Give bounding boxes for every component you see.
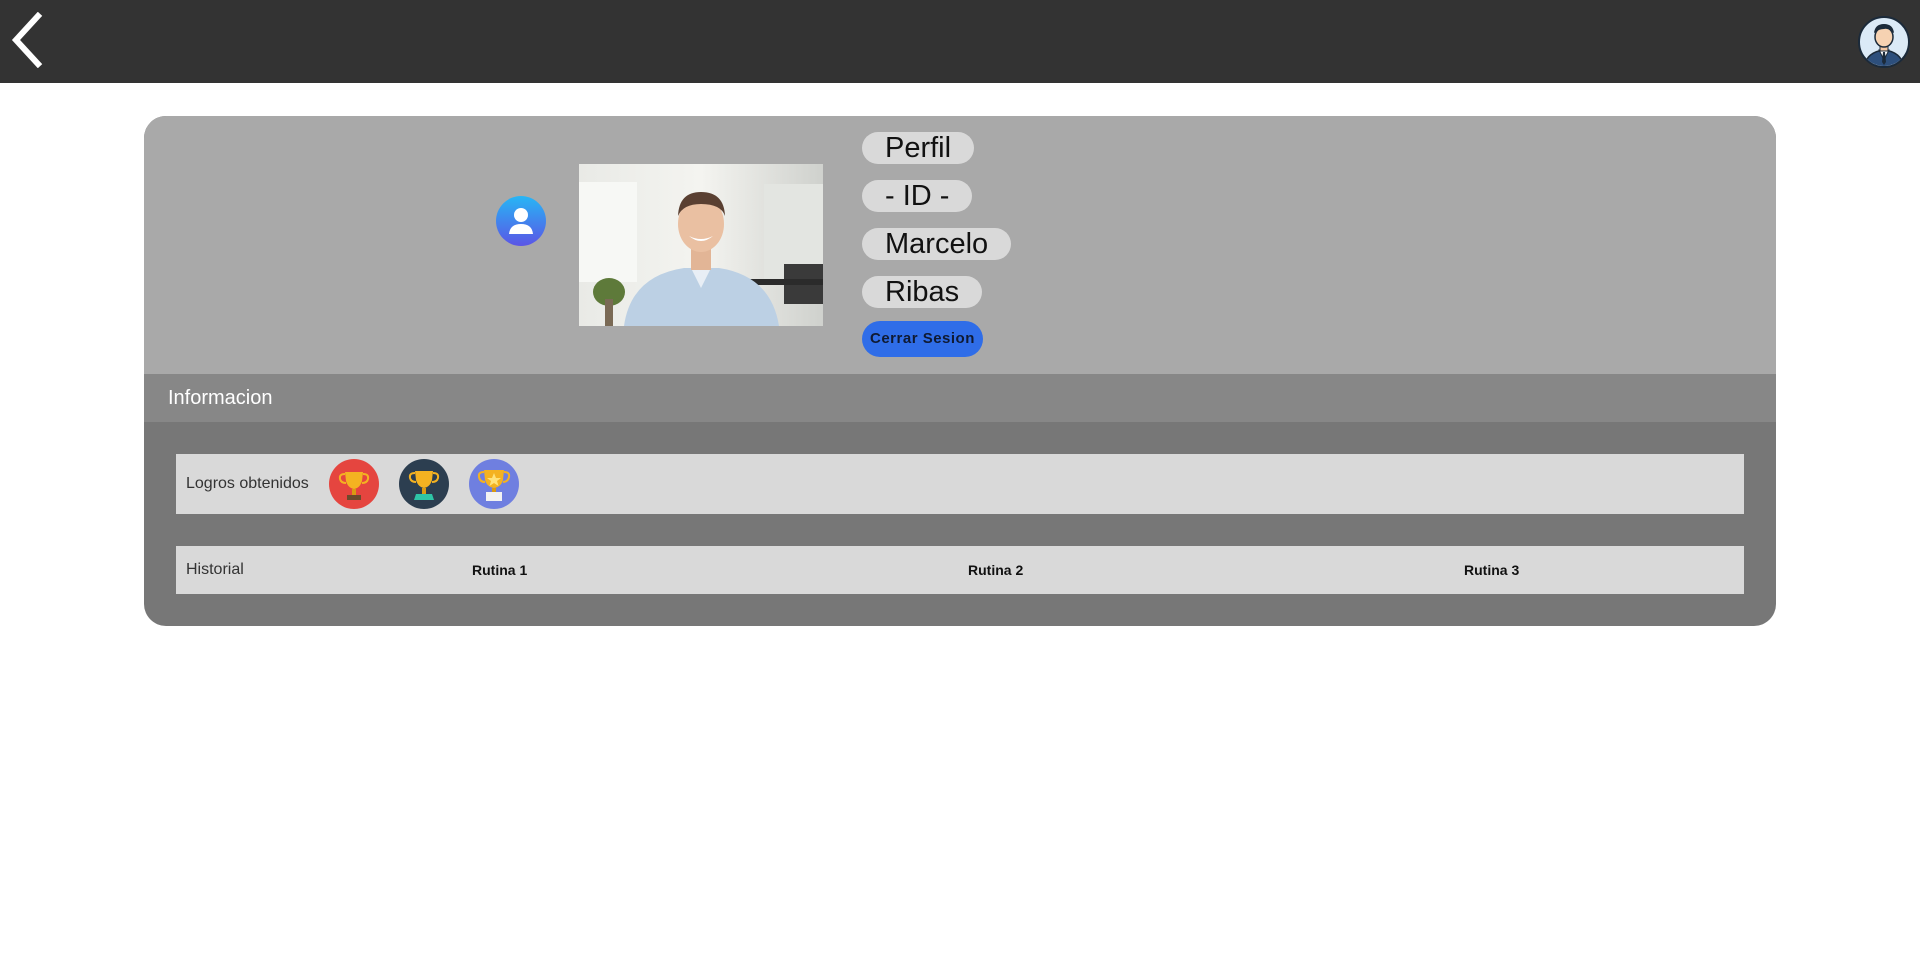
- user-avatar-button[interactable]: [1858, 16, 1910, 68]
- info-title: Informacion: [168, 387, 273, 409]
- businessman-avatar-icon: [1858, 16, 1910, 68]
- user-icon-wrapper: [496, 196, 546, 246]
- user-circle-icon: [496, 196, 546, 246]
- profile-title: Perfil: [862, 132, 975, 164]
- achievements-label: Logros obtenidos: [186, 475, 309, 492]
- back-button[interactable]: [6, 11, 50, 69]
- history-row: Historial Rutina 1 Rutina 2 Rutina 3: [176, 546, 1744, 594]
- routine-item[interactable]: Rutina 3: [1464, 546, 1519, 594]
- logout-button[interactable]: Cerrar Sesion: [862, 321, 983, 357]
- achievements-row: Logros obtenidos: [176, 454, 1744, 514]
- history-label: Historial: [186, 561, 244, 578]
- last-name: Ribas: [862, 276, 983, 308]
- profile-photo: [579, 164, 823, 326]
- top-bar: [0, 0, 1920, 83]
- routine-item[interactable]: Rutina 2: [968, 546, 1023, 594]
- profile-header: Perfil - ID - Marcelo Ribas Cerrar Sesio…: [144, 116, 1776, 374]
- chevron-left-icon: [11, 11, 43, 69]
- profile-card: Perfil - ID - Marcelo Ribas Cerrar Sesio…: [144, 116, 1776, 626]
- trophy-icon[interactable]: [329, 459, 379, 509]
- profile-id: - ID -: [862, 180, 973, 212]
- info-section-header: Informacion: [144, 374, 1776, 422]
- trophy-icon[interactable]: [469, 459, 519, 509]
- routine-item[interactable]: Rutina 1: [472, 546, 527, 594]
- trophy-icon[interactable]: [399, 459, 449, 509]
- first-name: Marcelo: [862, 228, 1012, 260]
